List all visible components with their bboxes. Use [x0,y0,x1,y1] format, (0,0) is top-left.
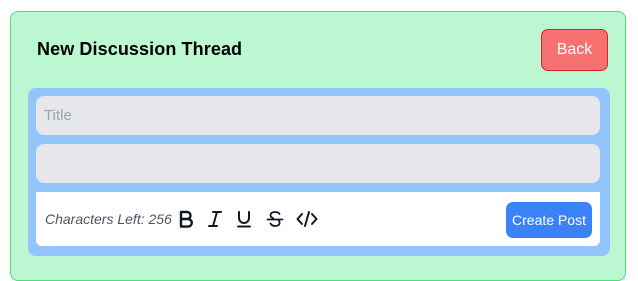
create-post-button[interactable]: Create Post [506,202,592,238]
body-input[interactable] [36,144,600,183]
strikethrough-button[interactable] [263,207,287,231]
thread-form: Characters Left: 256 [28,88,610,256]
code-button[interactable] [293,207,321,231]
underline-icon [237,211,251,228]
bold-button[interactable] [174,207,198,231]
strikethrough-icon [266,211,284,227]
italic-button[interactable] [203,207,227,231]
code-icon [296,211,318,227]
editor-toolbar: Characters Left: 256 Create Post [36,192,600,246]
characters-left-counter: Characters Left: 256 [45,211,172,227]
underline-button[interactable] [232,207,256,231]
bold-icon [179,210,193,228]
page-title: New Discussion Thread [37,39,243,59]
title-input[interactable] [36,96,600,135]
italic-icon [208,211,222,227]
back-button[interactable]: Back [541,29,608,71]
new-thread-panel: New Discussion Thread Back Characters Le… [10,11,626,281]
